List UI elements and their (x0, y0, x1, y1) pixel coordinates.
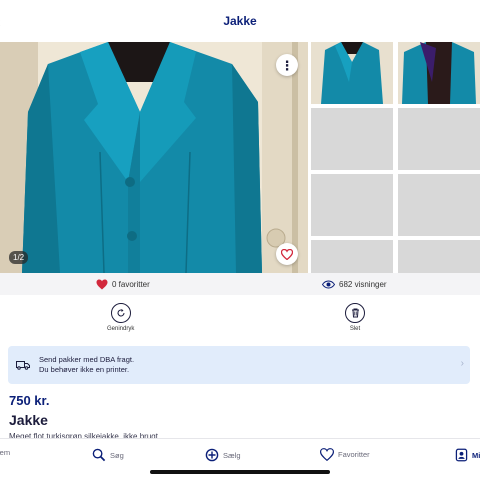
tab-favorites[interactable]: Favoritter (320, 448, 370, 461)
back-icon[interactable]: ‹ (0, 14, 1, 30)
shipping-banner[interactable]: Send pakker med DBA fragt. Du behøver ik… (8, 346, 470, 384)
tab-search-label: Søg (110, 450, 124, 460)
views-label: 682 visninger (339, 279, 387, 289)
delete-button[interactable]: Slet (345, 303, 365, 332)
tab-home-label: jem (0, 448, 11, 457)
sell-plus-icon (205, 448, 219, 462)
jacket-photo (0, 42, 308, 273)
eye-icon (322, 279, 335, 289)
more-vertical-icon: ⋮ (280, 57, 294, 73)
tab-favorites-label: Favoritter (338, 450, 370, 459)
thumbnail-image (398, 42, 480, 104)
refresh-icon (110, 303, 131, 323)
profile-icon (455, 448, 468, 462)
listing-title: Jakke (9, 412, 48, 428)
views-count: 682 visninger (322, 280, 387, 289)
thumbnail-placeholder (398, 240, 480, 273)
truck-icon (16, 361, 30, 370)
stats-bar: 0 favoritter 682 visninger (0, 273, 480, 295)
favorites-count: 0 favoritter (96, 279, 150, 290)
republish-label: Genindryk (107, 326, 135, 332)
more-options-button[interactable]: ⋮ (276, 54, 298, 76)
tab-sell-label: Sælg (223, 450, 241, 460)
chevron-right-icon: › (460, 358, 464, 369)
page-title: Jakke (223, 14, 257, 28)
banner-line-2: Du behøver ikke en printer. (39, 365, 130, 374)
thumbnail-placeholder (398, 174, 480, 236)
ad-actions: Genindryk Slet (0, 303, 480, 343)
trash-icon (345, 303, 365, 323)
tab-home[interactable]: jem (0, 448, 10, 457)
favorite-button[interactable] (276, 243, 298, 265)
main-photo[interactable]: ⋮ 1/2 (0, 42, 308, 273)
thumbnail-placeholder (398, 108, 480, 170)
heart-icon (96, 279, 108, 289)
heart-icon (320, 448, 334, 461)
search-icon (92, 448, 106, 462)
tab-sell[interactable]: Sælg (205, 448, 241, 462)
banner-line-1: Send pakker med DBA fragt. (39, 355, 135, 364)
delete-label: Slet (349, 326, 361, 332)
thumbnail-placeholder (311, 108, 393, 170)
thumbnail-2[interactable] (398, 42, 480, 104)
tab-profile[interactable]: Mi (455, 448, 480, 462)
thumbnail-placeholder (311, 174, 393, 236)
home-indicator (150, 470, 330, 474)
republish-button[interactable]: Genindryk (107, 303, 134, 332)
tab-search[interactable]: Søg (92, 448, 124, 462)
tab-profile-label: Mi (472, 450, 480, 460)
photo-counter: 1/2 (9, 251, 29, 264)
heart-outline-icon (281, 248, 293, 260)
thumbnail-image (311, 42, 393, 104)
thumbnail-placeholder (311, 240, 393, 273)
thumbnail-1[interactable] (311, 42, 393, 104)
price: 750 kr. (9, 393, 50, 408)
header: ‹ Jakke (0, 0, 480, 42)
favorites-label: 0 favoritter (112, 279, 150, 289)
